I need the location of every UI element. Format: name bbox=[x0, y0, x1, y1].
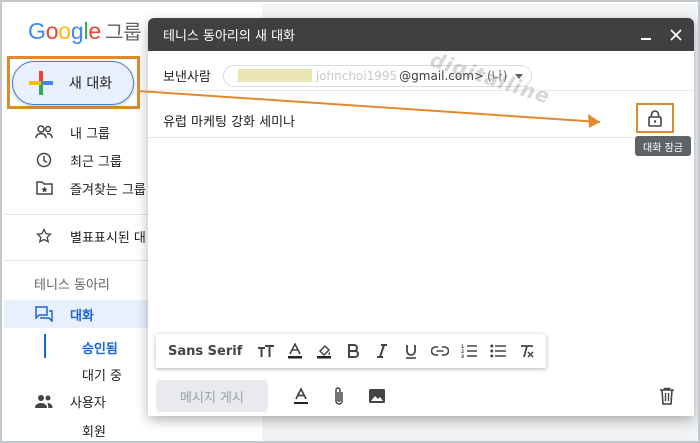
minimize-icon[interactable] bbox=[634, 23, 658, 47]
sidebar-subitem-pending[interactable]: 대기 중 bbox=[82, 365, 122, 384]
logo-letter: e bbox=[88, 18, 101, 44]
sidebar-divider bbox=[4, 260, 154, 261]
compose-window: 테니스 동아리의 새 대화 보낸사람 johnchoi1995 @gmail.c… bbox=[148, 18, 694, 416]
screenshot-frame: Google 그룹 새 대화 내 그룹 최근 그룹 즐겨찾는 그룹 별표표시된 … bbox=[0, 0, 700, 443]
people-icon bbox=[34, 391, 54, 411]
sidebar-divider bbox=[4, 214, 154, 215]
formatting-toolbar: Sans Serif 123 bbox=[156, 334, 546, 368]
insert-photo-icon[interactable] bbox=[362, 381, 392, 411]
subject-field[interactable]: 유럽 마케팅 강화 세미나 bbox=[148, 104, 694, 138]
logo-suffix: 그룹 bbox=[105, 22, 142, 44]
new-conversation-button[interactable]: 새 대화 bbox=[12, 61, 134, 105]
compose-title: 테니스 동아리의 새 대화 bbox=[163, 29, 295, 44]
compose-bottom-bar: 메시지 게시 bbox=[148, 376, 694, 416]
sidebar-item-recent-groups[interactable]: 최근 그룹 bbox=[4, 146, 154, 174]
sidebar-item-label: 즐겨찾는 그룹 bbox=[70, 182, 146, 198]
text-size-icon[interactable] bbox=[252, 338, 280, 364]
italic-icon[interactable] bbox=[368, 338, 396, 364]
subject-text: 유럽 마케팅 강화 세미나 bbox=[163, 115, 295, 130]
post-message-button[interactable]: 메시지 게시 bbox=[156, 380, 268, 412]
clear-formatting-icon[interactable] bbox=[513, 338, 541, 364]
from-row: 보낸사람 johnchoi1995 @gmail.com> (나) bbox=[148, 61, 694, 91]
active-sub-indicator bbox=[44, 334, 46, 358]
people-icon bbox=[34, 122, 54, 142]
font-family-select[interactable]: Sans Serif bbox=[168, 344, 242, 359]
sender-email-blurred: johnchoi1995 bbox=[315, 68, 398, 83]
close-icon[interactable] bbox=[664, 23, 688, 47]
from-label: 보낸사람 bbox=[163, 70, 211, 85]
bulleted-list-icon[interactable] bbox=[484, 338, 512, 364]
logo-letter: o bbox=[58, 18, 71, 44]
lock-icon[interactable] bbox=[645, 108, 665, 128]
sidebar-item-label: 대화 bbox=[70, 308, 94, 324]
clock-icon bbox=[34, 150, 54, 170]
star-icon bbox=[34, 226, 54, 246]
link-icon[interactable] bbox=[426, 338, 454, 364]
sidebar-item-conversations[interactable]: 대화 bbox=[4, 300, 154, 328]
sidebar-subitem-members[interactable]: 회원 bbox=[82, 421, 106, 440]
sidebar-item-favorite-groups[interactable]: 즐겨찾는 그룹 bbox=[4, 174, 154, 202]
sidebar: Google 그룹 새 대화 내 그룹 최근 그룹 즐겨찾는 그룹 별표표시된 … bbox=[4, 4, 154, 441]
compose-header: 테니스 동아리의 새 대화 bbox=[148, 18, 694, 51]
sidebar-item-label: 내 그룹 bbox=[70, 126, 111, 142]
sidebar-item-label: 최근 그룹 bbox=[70, 154, 122, 170]
sidebar-item-label: 별표표시된 대 bbox=[70, 230, 146, 246]
group-name-heading: 테니스 동아리 bbox=[34, 278, 110, 293]
forum-icon bbox=[34, 304, 54, 324]
sidebar-item-my-groups[interactable]: 내 그룹 bbox=[4, 118, 154, 146]
logo-letter: G bbox=[28, 18, 46, 44]
text-color-icon[interactable] bbox=[281, 338, 309, 364]
sidebar-subitem-approved[interactable]: 승인됨 bbox=[82, 338, 118, 357]
bold-icon[interactable] bbox=[339, 338, 367, 364]
trash-icon[interactable] bbox=[652, 381, 682, 411]
plus-icon bbox=[29, 71, 53, 95]
sidebar-item-starred[interactable]: 별표표시된 대 bbox=[4, 222, 154, 250]
star-folder-icon bbox=[34, 178, 54, 198]
logo-letter: g bbox=[70, 18, 84, 44]
google-groups-logo[interactable]: Google 그룹 bbox=[28, 16, 142, 45]
svg-text:3: 3 bbox=[461, 354, 464, 358]
attach-file-icon[interactable] bbox=[324, 381, 354, 411]
lock-tooltip: 대화 잠금 bbox=[635, 136, 691, 156]
sidebar-item-label: 사용자 bbox=[70, 395, 106, 411]
logo-letter: o bbox=[45, 18, 59, 44]
formatting-options-icon[interactable] bbox=[286, 381, 316, 411]
sidebar-item-people[interactable]: 사용자 bbox=[4, 387, 154, 415]
new-conversation-label: 새 대화 bbox=[69, 76, 113, 92]
underline-icon[interactable] bbox=[397, 338, 425, 364]
numbered-list-icon[interactable]: 123 bbox=[455, 338, 483, 364]
highlight-color-icon[interactable] bbox=[310, 338, 338, 364]
redacted-name bbox=[237, 69, 312, 82]
